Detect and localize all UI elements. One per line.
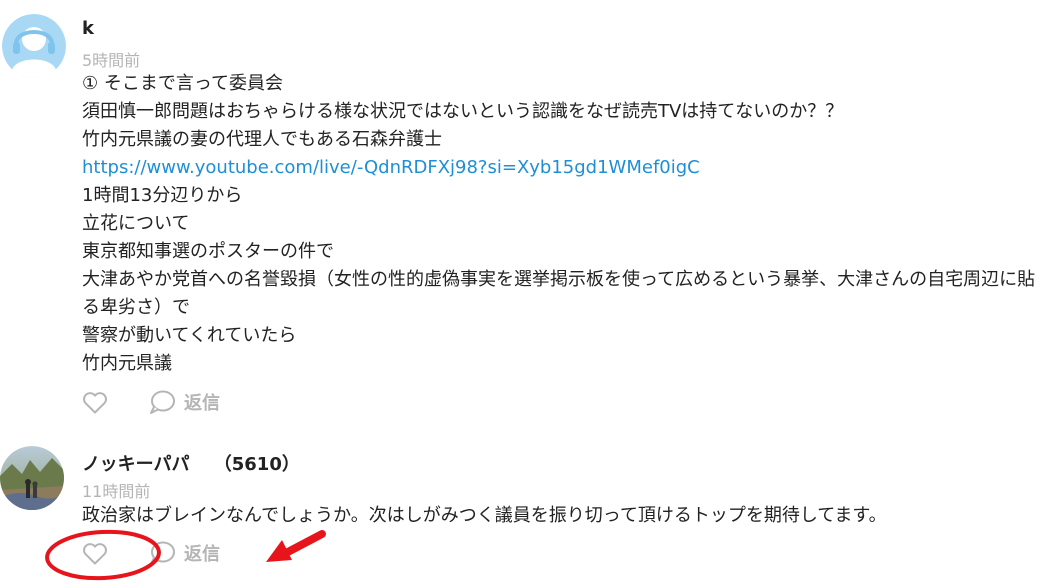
comment-author-name: ノッキーパパ (82, 454, 190, 475)
reply-label: 返信 (184, 393, 220, 414)
avatar[interactable] (0, 446, 64, 510)
comment-line: 竹内元県議の妻の代理人でもある石森弁護士 (82, 129, 442, 150)
comment-link[interactable]: https://www.youtube.com/live/-QdnRDFXj98… (82, 154, 1047, 182)
reply-button[interactable]: 返信 (148, 540, 220, 566)
speech-bubble-icon (150, 390, 175, 414)
comment-actions: 返信 (82, 540, 282, 570)
comment-line: 1時間13分辺りから (82, 185, 243, 206)
comment-actions: 返信 (82, 389, 282, 419)
comment-line: 警察が動いてくれていたら (82, 325, 297, 346)
heart-outline-icon (83, 543, 107, 565)
like-button[interactable] (82, 542, 108, 570)
author-score: （5610） (213, 454, 300, 475)
comment-author[interactable]: ノッキーパパ （5610） (82, 450, 300, 476)
comment-body: ① そこまで言って委員会 須田慎一郎問題はおちゃらける様な状況ではないという認識… (82, 70, 1047, 378)
comment-item: k 5時間前 ① そこまで言って委員会 須田慎一郎問題はおちゃらける様な状況では… (0, 0, 1054, 430)
comment-line: 東京都知事選のポスターの件で (82, 241, 334, 262)
heart-outline-icon (83, 392, 107, 414)
comment-timestamp: 11時間前 (82, 482, 151, 501)
speech-bubble-icon (150, 541, 175, 565)
comment-line: 大津あやか党首への名誉毀損（女性の性的虚偽事実を選挙掲示板を使って広めるという暴… (82, 269, 1036, 318)
comment-author[interactable]: k (82, 18, 94, 39)
comment-line: ① そこまで言って委員会 (82, 73, 283, 94)
reply-button[interactable]: 返信 (148, 389, 220, 415)
comment-item: ノッキーパパ （5610） 11時間前 政治家はブレインなんでしょうか。次はしが… (0, 430, 1054, 586)
comment-line: 須田慎一郎問題はおちゃらける様な状況ではないという認識をなぜ読売TVは持てないの… (82, 101, 844, 122)
comment-line: 立花について (82, 213, 190, 234)
comment-line: 政治家はブレインなんでしょうか。次はしがみつく議員を振り切って頂けるトップを期待… (82, 505, 887, 526)
reply-label: 返信 (184, 544, 220, 565)
default-user-avatar-icon[interactable] (2, 14, 66, 78)
comment-body: 政治家はブレインなんでしょうか。次はしがみつく議員を振り切って頂けるトップを期待… (82, 502, 1047, 530)
comment-timestamp: 5時間前 (82, 51, 141, 70)
like-button[interactable] (82, 391, 108, 419)
comment-line: 竹内元県議 (82, 353, 172, 374)
